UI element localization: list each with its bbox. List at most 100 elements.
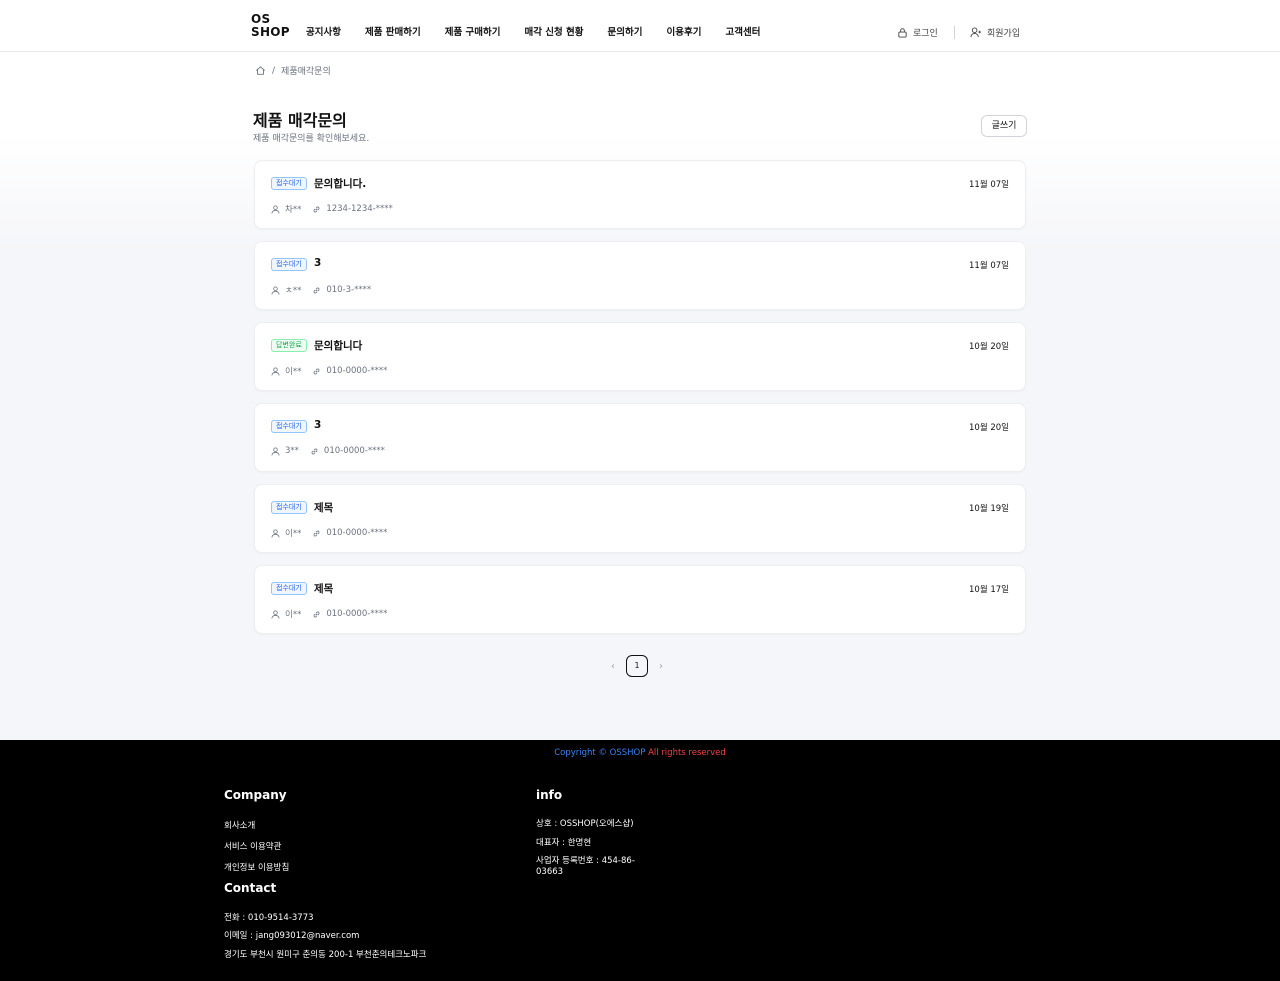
inquiry-author: 이** [285,529,302,539]
inquiry-date: 10월 20일 [969,342,1009,352]
nav-inquiry[interactable]: 문의하기 [608,26,643,40]
user-icon [271,528,280,538]
user-icon [271,609,280,619]
copyright-brand: Copyright © OSSHOP [554,748,646,758]
login-label: 로그인 [913,29,938,39]
status-badge: 접수대기 [271,420,307,433]
inquiry-phone: 010-0000-**** [326,366,388,376]
nav-buy[interactable]: 제품 구매하기 [445,26,501,40]
inquiry-title: 제목 [314,502,334,514]
page-subtitle: 제품 매각문의를 확인해보세요. [253,134,370,144]
page-button-current[interactable]: 1 [626,655,648,677]
home-icon[interactable] [255,65,266,76]
status-badge: 답변완료 [271,339,307,352]
logo[interactable]: OS SHOP [251,13,290,39]
company-heading: Company [224,788,287,802]
link-icon [311,448,318,454]
inquiry-author: 3** [285,446,299,456]
link-icon [313,611,320,617]
info-ceo: 대표자 : 한명현 [536,838,592,848]
user-icon [271,204,280,214]
breadcrumb-separator: / [272,65,276,76]
logo-line-2: SHOP [251,25,290,39]
inquiry-date: 11월 07일 [969,180,1009,190]
link-icon [313,287,320,293]
info-registration-cont: 03663 [536,867,564,877]
nav-notice[interactable]: 공지사항 [306,26,341,40]
link-icon [313,368,320,374]
site-footer: Copyright © OSSHOP All rights reserved C… [0,740,1280,981]
inquiry-title: 문의합니다. [314,178,367,190]
inquiry-list: 접수대기 문의합니다. 11월 07일 차** 1234-1234-**** 접… [254,160,1026,646]
status-badge: 접수대기 [271,258,307,271]
breadcrumb-current: 제품매각문의 [281,67,331,77]
pagination: ‹ 1 › [604,655,670,677]
footer-link-about[interactable]: 회사소개 [224,819,255,831]
auth-divider [954,26,955,39]
inquiry-meta: 이** 010-0000-**** [271,365,387,377]
user-icon [271,366,280,376]
chevron-left-icon[interactable]: ‹ [604,661,622,672]
inquiry-card[interactable]: 답변완료 문의합니다 10월 20일 이** 010-0000-**** [254,322,1026,391]
inquiry-date: 10월 20일 [969,423,1009,433]
inquiry-phone: 1234-1234-**** [326,204,393,214]
user-icon [271,285,280,295]
inquiry-meta: ㅊ** 010-3-**** [271,284,371,296]
contact-email: 이메일 : jang093012@naver.com [224,931,360,941]
link-icon [313,530,320,536]
inquiry-phone: 010-3-**** [326,285,372,295]
inquiry-card[interactable]: 접수대기 3 10월 20일 3** 010-0000-**** [254,403,1026,472]
chevron-right-icon[interactable]: › [652,661,670,672]
inquiry-title: 제목 [314,583,334,595]
write-button[interactable]: 글쓰기 [981,115,1027,137]
inquiry-author: 차** [285,205,302,215]
inquiry-date: 10월 19일 [969,504,1009,514]
nav-sell[interactable]: 제품 판매하기 [365,26,421,40]
inquiry-meta: 차** 1234-1234-**** [271,203,393,215]
status-badge: 접수대기 [271,177,307,190]
inquiry-meta: 이** 010-0000-**** [271,608,387,620]
footer-link-terms[interactable]: 서비스 이용약관 [224,840,281,852]
site-header: OS SHOP 공지사항 제품 판매하기 제품 구매하기 매각 신청 현황 문의… [0,0,1280,52]
info-registration: 사업자 등록번호 : 454-86- [536,856,635,866]
nav-sale-status[interactable]: 매각 신청 현황 [524,26,583,40]
user-icon [271,446,280,456]
main-nav: 공지사항 제품 판매하기 제품 구매하기 매각 신청 현황 문의하기 이용후기 … [306,26,784,40]
inquiry-author: 이** [285,367,302,377]
inquiry-card[interactable]: 접수대기 제목 10월 17일 이** 010-0000-**** [254,565,1026,634]
inquiry-author: 이** [285,610,302,620]
inquiry-phone: 010-0000-**** [326,528,388,538]
login-link[interactable]: 로그인 [897,26,938,39]
breadcrumb: / 제품매각문의 [255,64,331,77]
inquiry-title: 3 [314,419,322,431]
inquiry-card[interactable]: 접수대기 3 11월 07일 ㅊ** 010-3-**** [254,241,1026,310]
contact-address: 경기도 부천시 원미구 춘의동 200-1 부천춘의테크노파크 [224,950,427,960]
signup-label: 회원가입 [987,29,1021,39]
inquiry-phone: 010-0000-**** [323,446,385,456]
inquiry-card[interactable]: 접수대기 제목 10월 19일 이** 010-0000-**** [254,484,1026,553]
lock-icon [898,28,907,38]
inquiry-phone: 010-0000-**** [326,609,388,619]
inquiry-author: ㅊ** [285,286,302,296]
inquiry-title: 3 [314,257,322,269]
footer-link-privacy[interactable]: 개인정보 이용방침 [224,861,289,873]
inquiry-date: 10월 17일 [969,585,1009,595]
inquiry-meta: 3** 010-0000-**** [271,446,385,456]
link-icon [313,206,320,212]
contact-heading: Contact [224,881,277,895]
copyright-rights: All rights reserved [645,748,726,758]
user-add-icon [970,27,982,38]
signup-link[interactable]: 회원가입 [970,26,1020,39]
status-badge: 접수대기 [271,582,307,595]
page-title: 제품 매각문의 [253,111,347,130]
inquiry-title: 문의합니다 [314,340,363,352]
inquiry-date: 11월 07일 [969,261,1009,271]
info-business-name: 상호 : OSSHOP(오에스샵) [536,819,634,829]
nav-support[interactable]: 고객센터 [725,26,760,40]
nav-reviews[interactable]: 이용후기 [667,26,702,40]
inquiry-meta: 이** 010-0000-**** [271,527,387,539]
inquiry-card[interactable]: 접수대기 문의합니다. 11월 07일 차** 1234-1234-**** [254,160,1026,229]
info-heading: info [536,788,563,802]
status-badge: 접수대기 [271,501,307,514]
contact-phone: 전화 : 010-9514-3773 [224,913,314,923]
